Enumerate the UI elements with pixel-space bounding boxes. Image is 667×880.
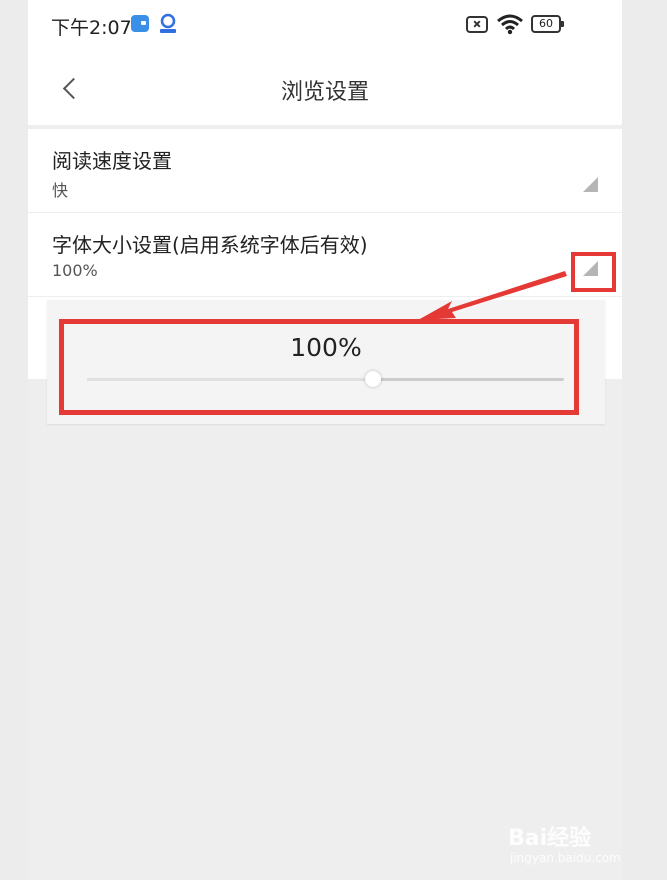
setting-value: 100% <box>52 261 98 280</box>
status-bar: 下午2:07 60 <box>28 0 622 50</box>
app-header: 下午2:07 60 浏览设置 <box>28 0 622 125</box>
battery-icon: 60 <box>531 15 564 33</box>
annotation-highlight-large <box>59 319 579 415</box>
setting-reading-speed[interactable]: 阅读速度设置 快 <box>28 129 622 212</box>
wifi-icon <box>497 14 523 35</box>
annotation-highlight-small <box>571 252 616 292</box>
baidu-app-icon <box>160 13 176 33</box>
setting-font-size[interactable]: 字体大小设置(启用系统字体后有效) 100% <box>28 213 622 296</box>
dropdown-corner-icon <box>583 177 598 192</box>
no-sim-icon <box>466 16 488 33</box>
setting-title: 字体大小设置(启用系统字体后有效) <box>52 233 368 257</box>
watermark-brand: Bai经验 <box>508 826 592 851</box>
wallet-app-icon <box>131 15 149 32</box>
setting-title: 阅读速度设置 <box>52 149 172 173</box>
status-time: 下午2:07 <box>51 17 132 39</box>
page-title: 浏览设置 <box>280 80 369 105</box>
setting-value: 快 <box>52 181 69 200</box>
watermark-url: jingyan.baidu.com <box>510 851 621 865</box>
